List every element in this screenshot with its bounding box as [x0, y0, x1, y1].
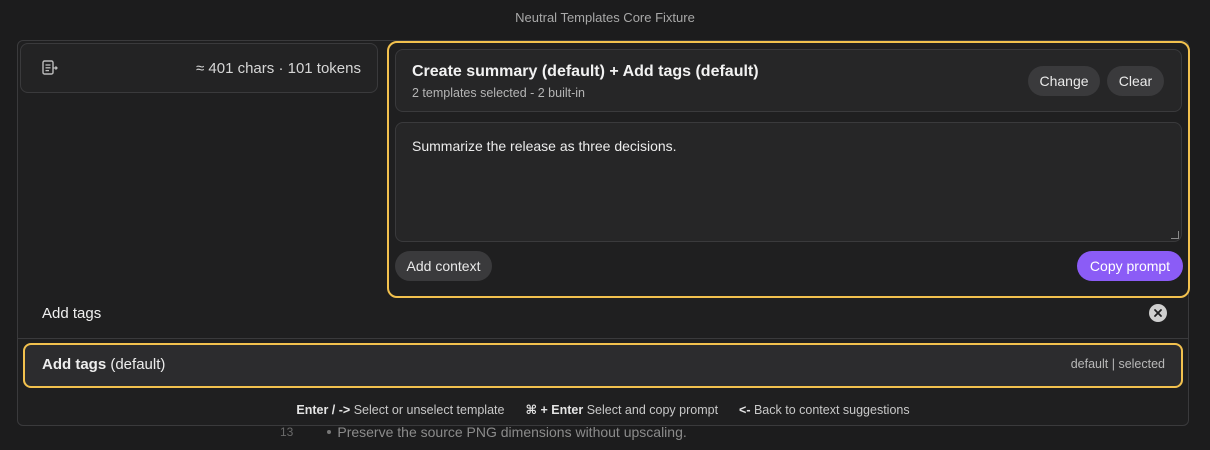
- hint-key: ⌘ + Enter: [525, 403, 584, 417]
- token-stats: ≈ 401 chars · 101 tokens: [196, 59, 361, 77]
- clear-button[interactable]: Clear: [1107, 66, 1164, 96]
- keyboard-hints: Enter / -> Select or unselect template ⌘…: [18, 402, 1188, 417]
- search-row: Add tags: [18, 297, 1188, 339]
- editor-line-behind: 13 Preserve the source PNG dimensions wi…: [280, 424, 687, 440]
- hint-text: Back to context suggestions: [753, 403, 910, 417]
- result-suffix: (default): [110, 356, 166, 373]
- copy-prompt-button[interactable]: Copy prompt: [1077, 251, 1183, 281]
- prompt-composer: Create summary (default) + Add tags (def…: [387, 41, 1190, 298]
- stats-card: ≈ 401 chars · 101 tokens: [20, 43, 378, 93]
- result-meta: default | selected: [1070, 357, 1165, 371]
- hint-text: Select and copy prompt: [586, 403, 719, 417]
- close-circle-icon[interactable]: [1149, 304, 1167, 322]
- selected-templates-subtitle: 2 templates selected - 2 built-in: [412, 86, 586, 100]
- window-title: Neutral Templates Core Fixture: [515, 10, 695, 25]
- selected-templates-title: Create summary (default) + Add tags (def…: [412, 63, 759, 80]
- bullet-icon: [327, 430, 332, 434]
- resize-grip-icon[interactable]: [1171, 231, 1179, 239]
- result-item[interactable]: Add tags (default) default | selected: [23, 343, 1183, 388]
- hint-key: Enter / ->: [296, 403, 351, 417]
- hint-text: Select or unselect template: [353, 403, 505, 417]
- add-context-button[interactable]: Add context: [395, 251, 492, 281]
- result-name: Add tags: [42, 356, 107, 373]
- search-input[interactable]: Add tags: [42, 305, 101, 322]
- prompt-text: Summarize the release as three decisions…: [412, 138, 677, 154]
- document-arrow-icon[interactable]: [41, 59, 59, 77]
- result-label: Add tags (default): [42, 356, 165, 373]
- selected-templates-card: Create summary (default) + Add tags (def…: [395, 49, 1182, 112]
- line-number: 13: [280, 425, 294, 439]
- prompt-textarea[interactable]: Summarize the release as three decisions…: [395, 122, 1182, 242]
- editor-line-text: Preserve the source PNG dimensions witho…: [337, 424, 687, 440]
- template-palette: ≈ 401 chars · 101 tokens Create summary …: [17, 40, 1190, 426]
- hint-key: <-: [739, 403, 751, 417]
- change-button[interactable]: Change: [1028, 66, 1100, 96]
